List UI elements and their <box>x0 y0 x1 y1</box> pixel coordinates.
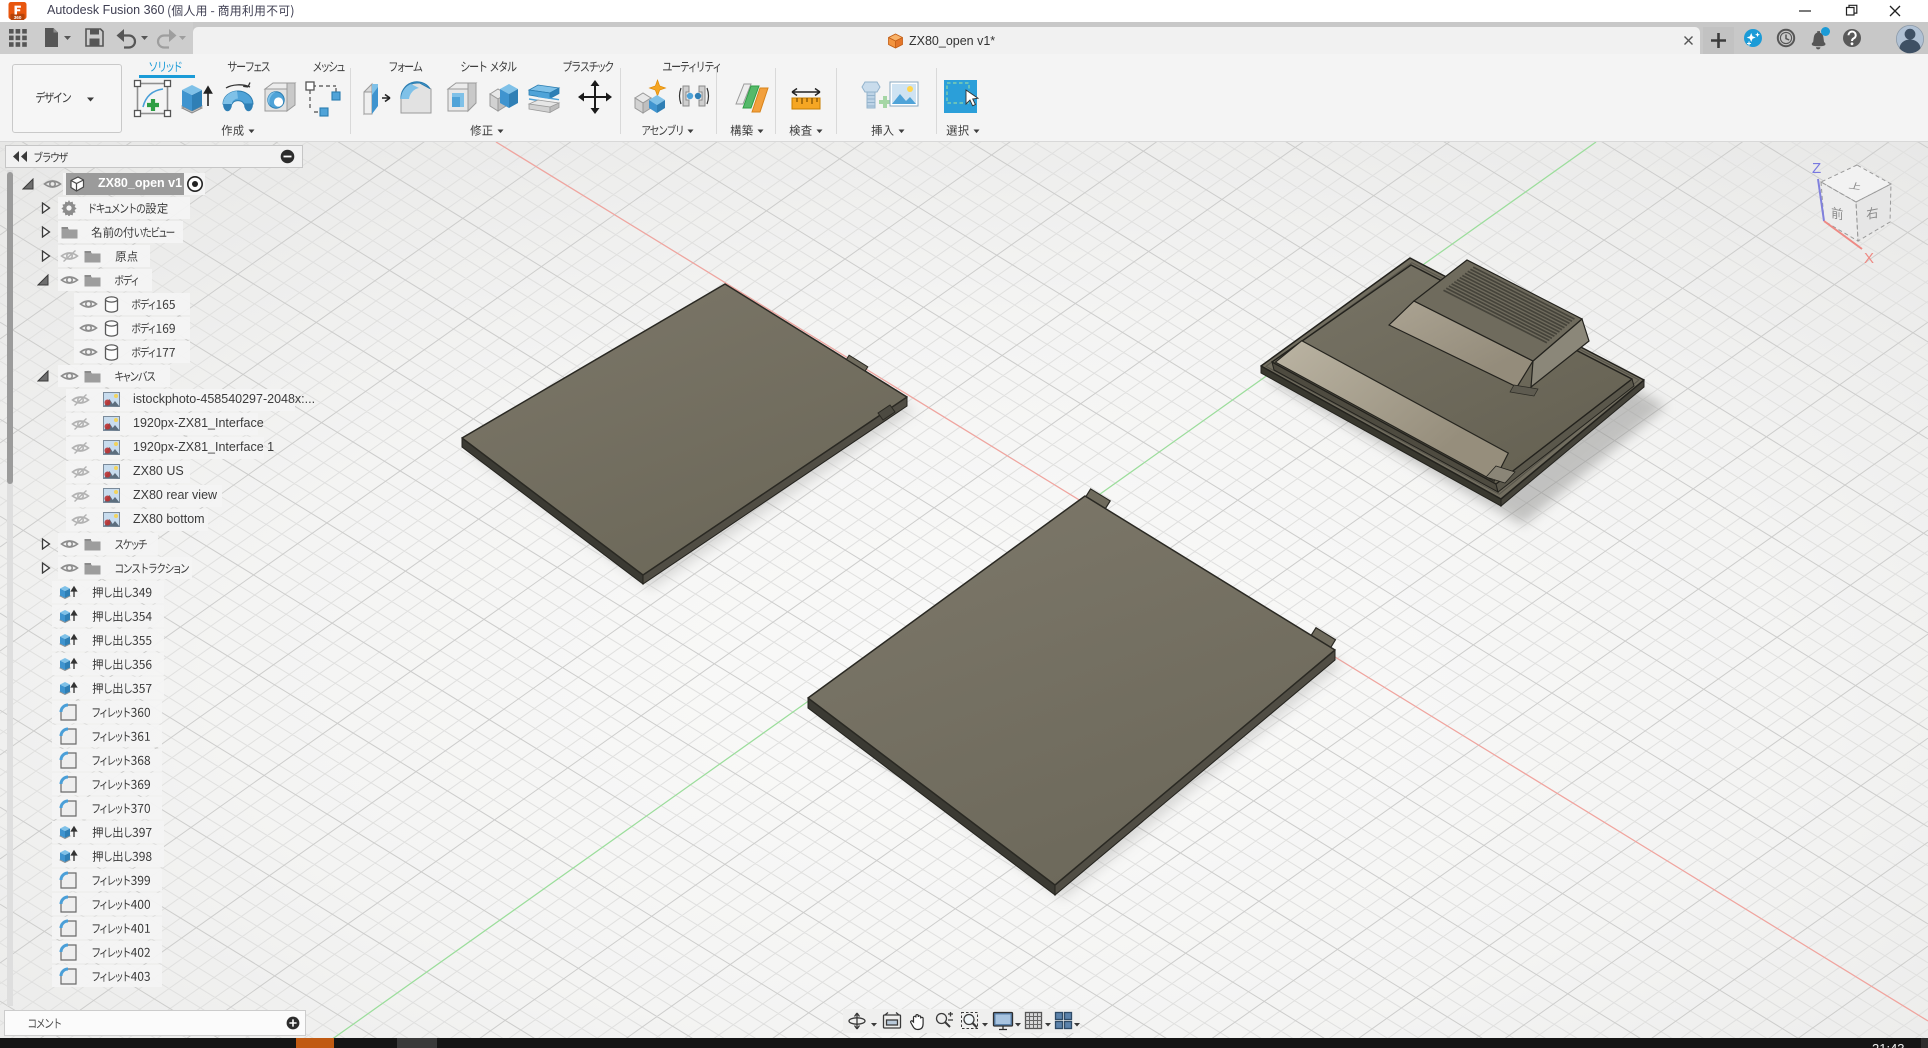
svg-text:Z: Z <box>1812 160 1821 177</box>
svg-text:X: X <box>1864 250 1874 267</box>
svg-text:360: 360 <box>14 15 22 20</box>
